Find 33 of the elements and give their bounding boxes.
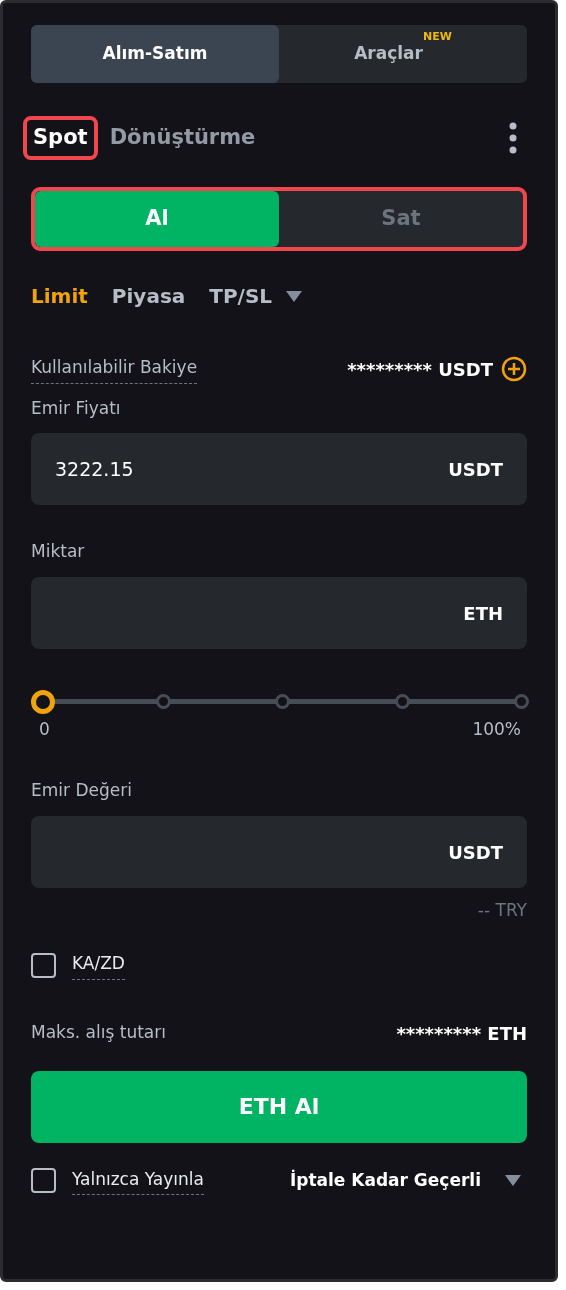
order-type-tab[interactable]: Piyasa — [111, 281, 186, 311]
checkbox-label: KA/ZD — [72, 951, 125, 980]
balance-label: Kullanılabilir Bakiye — [31, 355, 198, 384]
field-label: Emir Fiyatı — [31, 396, 122, 420]
time-in-force-dropdown[interactable]: İptale Kadar Geçerli — [289, 1168, 521, 1194]
tab[interactable]: Alım-Satım — [31, 25, 279, 83]
tab[interactable]: Dönüştürme — [99, 116, 266, 160]
unit-label: USDT — [448, 840, 503, 864]
slider-min-label: 0 — [39, 717, 50, 741]
slider-handle[interactable] — [31, 689, 55, 714]
slider-stop[interactable] — [514, 693, 529, 709]
max-buy-value: ********* ETH — [396, 1021, 527, 1046]
checkbox-label: Yalnızca Yayınla — [72, 1166, 204, 1195]
slider-max-label: 100% — [472, 717, 521, 741]
checkbox[interactable] — [31, 1168, 56, 1194]
max-buy-label: Maks. alış tutarı — [31, 1021, 166, 1045]
add-icon[interactable] — [501, 356, 527, 383]
conversion-value: -- TRY — [477, 898, 527, 922]
unit-label: ETH — [463, 601, 503, 625]
checkbox[interactable] — [31, 952, 56, 978]
order-type-tab[interactable]: Limit — [31, 281, 88, 311]
balance-value: ********* USDT — [347, 357, 493, 382]
caret-icon — [505, 1175, 521, 1187]
field-label: Miktar — [31, 540, 86, 563]
slider-stop[interactable] — [275, 693, 290, 709]
slider-stop[interactable] — [155, 693, 171, 709]
field-label: Emir Değeri — [31, 779, 133, 802]
unit-label: USDT — [448, 457, 503, 482]
more-icon[interactable] — [509, 122, 517, 154]
tab[interactable]: Spot — [23, 116, 98, 160]
slider-stop[interactable] — [394, 693, 410, 709]
order-type-tab[interactable]: TP/SL — [209, 281, 303, 311]
new-label: NEW — [422, 30, 452, 44]
